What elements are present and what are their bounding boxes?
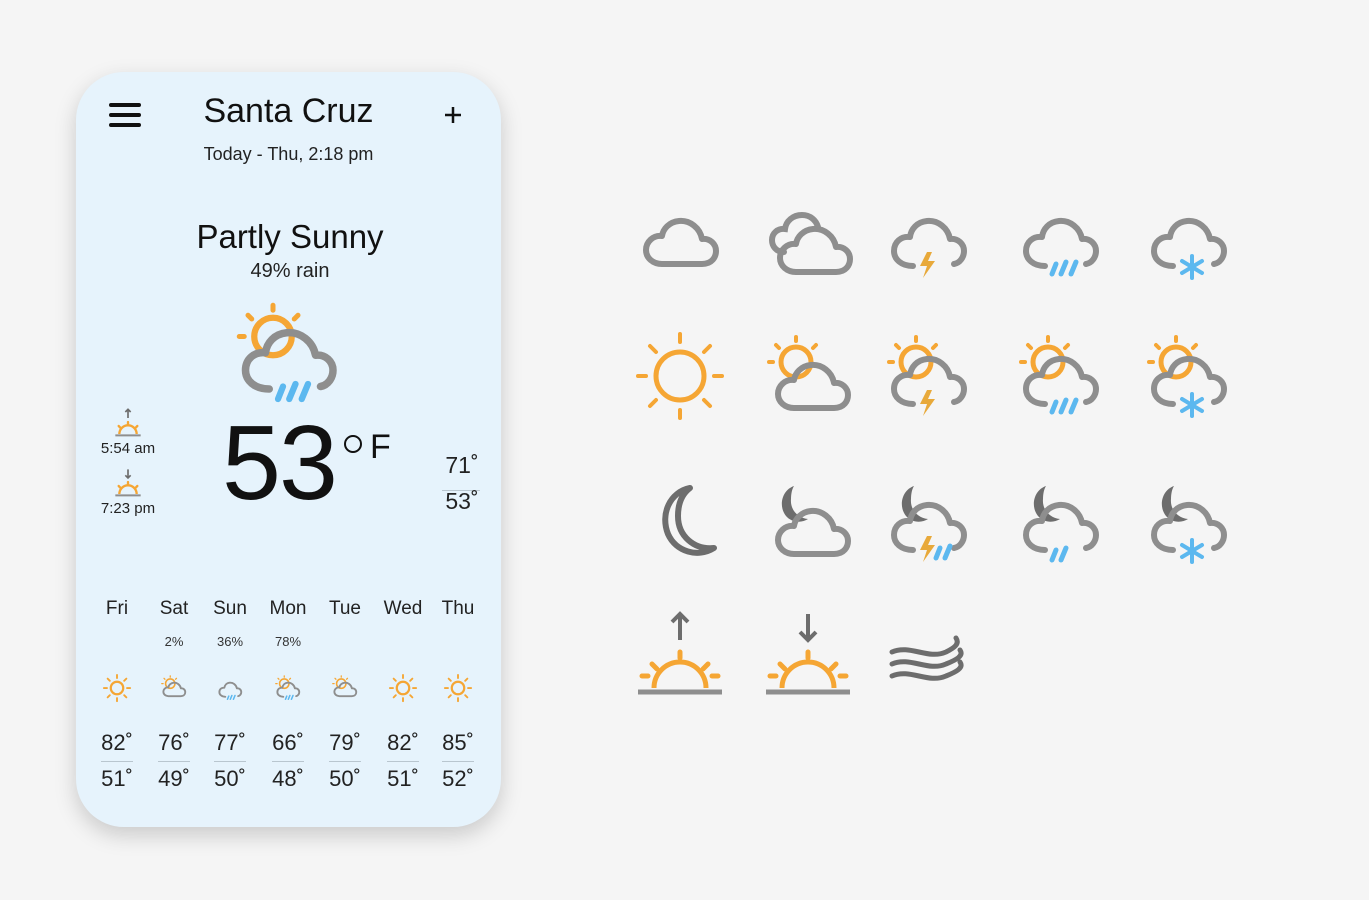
condition-label: Partly Sunny <box>196 218 384 255</box>
temperature-unit: F <box>370 428 391 466</box>
sunrise-icon <box>638 611 722 695</box>
sun-icon <box>102 673 132 703</box>
today-low: 53˚ <box>445 488 479 514</box>
moon-icon <box>662 485 717 556</box>
forecast-high: 77˚ <box>214 730 246 755</box>
sunrise-time: 5:54 am <box>100 440 156 457</box>
sunset-time: 7:23 pm <box>100 500 156 517</box>
forecast-high: 79˚ <box>329 730 361 755</box>
sunrise-icon <box>115 408 141 437</box>
moon-snow-icon <box>1140 486 1236 564</box>
cloud-rain-icon <box>1012 190 1108 286</box>
rain-chance: 49% rain <box>250 260 330 282</box>
forecast-low: 48˚ <box>272 766 304 791</box>
sun-icon <box>388 673 418 703</box>
sun-icon <box>636 332 724 420</box>
forecast-day-name: Wed <box>383 598 423 619</box>
forecast-divider <box>442 761 474 762</box>
date-label: Today - Thu, 2:18 pm <box>203 144 374 164</box>
forecast-rain-chance: 78% <box>274 634 302 649</box>
forecast-low: 50˚ <box>214 766 246 791</box>
forecast-high: 85˚ <box>442 730 474 755</box>
forecast-day-name: Fri <box>105 598 129 619</box>
moon-rain-icon <box>1012 486 1108 563</box>
cloud-snow-icon <box>1140 190 1236 280</box>
forecast-high: 82˚ <box>387 730 419 755</box>
forecast-day-name: Mon <box>269 598 307 619</box>
forecast-day-name: Sun <box>213 598 247 619</box>
sunrise-info: 5:54 am <box>93 408 163 457</box>
forecast-divider <box>329 761 361 762</box>
forecast-divider <box>214 761 246 762</box>
sun-icon <box>443 673 473 703</box>
sunset-icon <box>766 614 850 695</box>
sun-rain-icon <box>275 675 301 701</box>
forecast-low: 52˚ <box>442 766 474 791</box>
rain-icon <box>218 681 243 701</box>
sunset-info: 7:23 pm <box>93 468 163 517</box>
forecast-day-name: Sat <box>159 598 189 619</box>
sun-rain-icon <box>1012 328 1108 424</box>
partly-cloudy-icon <box>332 675 358 698</box>
forecast-high: 82˚ <box>101 730 133 755</box>
forecast-day-name: Thu <box>441 598 475 619</box>
sun-cloud-icon <box>760 328 856 424</box>
forecast-low: 51˚ <box>101 766 133 791</box>
cloud-thunder-icon <box>880 190 976 278</box>
forecast-divider <box>158 761 190 762</box>
current-temperature: 53 <box>222 404 338 522</box>
today-high: 71˚ <box>445 452 479 478</box>
weather-card: Santa Cruz Today - Thu, 2:18 pm Partly S… <box>76 72 501 827</box>
forecast-high: 66˚ <box>272 730 304 755</box>
moon-cloud-icon <box>760 486 856 570</box>
moon-thunder-rain-icon <box>880 486 976 562</box>
forecast-divider <box>387 761 419 762</box>
plus-icon[interactable] <box>436 98 470 132</box>
clouds-icon <box>768 211 856 286</box>
sun-snow-icon <box>1140 328 1236 418</box>
wind-icon <box>889 635 964 681</box>
partly-cloudy-icon <box>161 675 187 698</box>
sunset-icon <box>115 469 141 497</box>
sun-thunder-icon <box>880 328 976 416</box>
forecast-day-name: Tue <box>328 598 362 619</box>
forecast-rain-chance: 36% <box>216 634 244 649</box>
forecast-low: 50˚ <box>329 766 361 791</box>
forecast-low: 51˚ <box>387 766 419 791</box>
partly-sunny-rain-icon <box>228 294 348 414</box>
degree-symbol <box>344 435 362 453</box>
forecast-low: 49˚ <box>158 766 190 791</box>
forecast-high: 76˚ <box>158 730 190 755</box>
forecast-divider <box>272 761 304 762</box>
forecast-divider <box>101 761 133 762</box>
cloud-icon <box>632 190 728 286</box>
forecast-rain-chance: 2% <box>164 634 184 649</box>
